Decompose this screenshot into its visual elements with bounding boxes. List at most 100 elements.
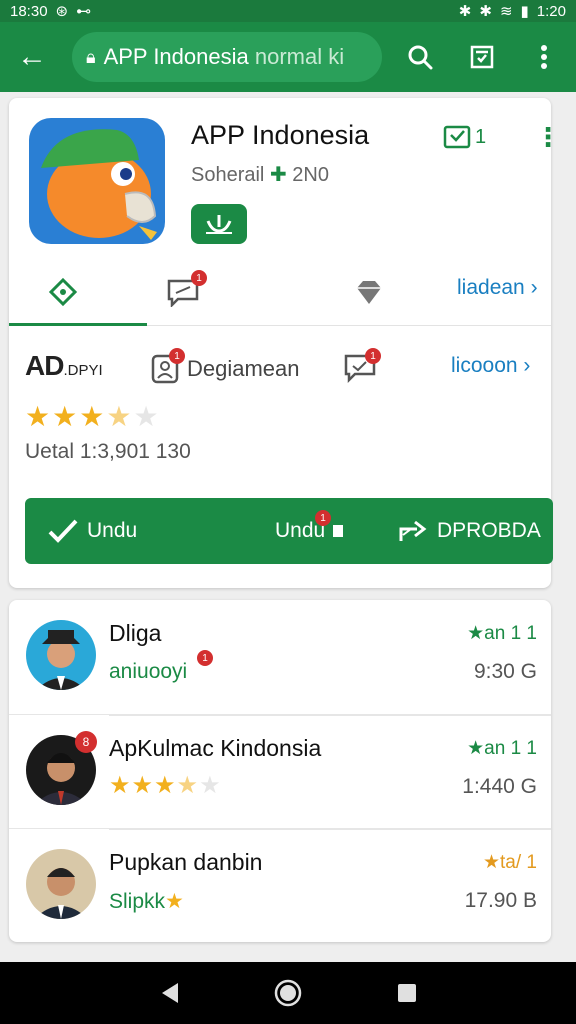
- battery-icon: ▮: [520, 3, 529, 20]
- check-icon: [48, 519, 78, 543]
- list-item-meta: 1:440 G: [462, 775, 537, 798]
- row-link[interactable]: licooon ›: [451, 354, 530, 378]
- star-icon: ★: [52, 401, 80, 432]
- tab-overview[interactable]: [43, 272, 83, 312]
- plus-icon: ✚: [264, 164, 293, 186]
- star-icon: ★: [106, 401, 134, 432]
- status-bar: 18:30 ⊛ ⊷ ✱ ✱ ≋ ▮ 1:20: [0, 0, 576, 22]
- search-icon[interactable]: [400, 37, 440, 77]
- info-row: AD.DPYI 1 Degiamean 1 licooon ›: [9, 344, 551, 390]
- developer-label: Degiamean: [187, 356, 300, 381]
- chevron-right-icon: ›: [530, 276, 538, 299]
- tab-gem[interactable]: [349, 272, 389, 312]
- action-label-1: Undu: [87, 519, 138, 542]
- reviews-badge: 1: [365, 348, 381, 364]
- lock-icon: 🔒︎: [86, 46, 96, 67]
- back-arrow-icon[interactable]: ←: [12, 37, 52, 77]
- action-label-3: DPROBDA: [437, 519, 541, 542]
- brand-logo: AD.DPYI: [25, 350, 103, 382]
- list-item-subtitle: aniuooyi: [109, 660, 188, 683]
- list-item[interactable]: 8 ApKulmac Kindonsia ★★★★★ ★an 1 1 1:440…: [9, 714, 551, 828]
- tab-badge: 1: [191, 270, 207, 286]
- bluetooth-icon: ✱: [458, 3, 472, 20]
- star-icon: ★: [25, 401, 53, 432]
- brand-logo-small: .DPYI: [63, 362, 103, 379]
- bluetooth-icon-2: ✱: [479, 3, 492, 20]
- list-item-rating: ★ta/ 1: [482, 852, 537, 873]
- action-share[interactable]: DPROBDA: [397, 498, 541, 564]
- app-subtitle-a: Soherail: [191, 164, 265, 186]
- overflow-menu-icon[interactable]: [524, 37, 564, 77]
- divider: [109, 829, 551, 830]
- status-right-text: 1:20: [536, 2, 566, 20]
- list-item-title: ApKulmac Kindonsia: [109, 735, 322, 761]
- user-badge-count: 1: [169, 348, 185, 364]
- bookmark-box-icon[interactable]: [462, 37, 502, 77]
- action-download-2[interactable]: Undu 1: [275, 498, 344, 564]
- app-mascot-icon: [27, 116, 167, 246]
- wifi-icon: ≋: [499, 3, 513, 20]
- signal-icon: ⊷: [76, 3, 92, 20]
- share-icon: [399, 520, 427, 541]
- diamond-icon: [48, 277, 78, 307]
- square-icon: [333, 525, 344, 537]
- list-item-meta: 17.90 B: [464, 889, 537, 912]
- home-nav-icon[interactable]: [268, 973, 308, 1013]
- divider: [109, 715, 551, 716]
- list-item-title: Dliga: [109, 620, 162, 646]
- tab-more-link[interactable]: liadean ›: [457, 276, 538, 300]
- list-item-rating: ★an 1 1: [467, 738, 537, 759]
- back-nav-icon[interactable]: [149, 973, 189, 1013]
- tab-messages[interactable]: 1: [163, 270, 207, 312]
- app-bar: ← 🔒︎ APP Indonesia normal ki: [0, 22, 576, 92]
- url-bar[interactable]: 🔒︎ APP Indonesia normal ki: [72, 32, 382, 82]
- star-icon: ★: [176, 772, 200, 799]
- row-link-label: licooon: [451, 354, 518, 377]
- list-item[interactable]: Dliga aniuooyi 1 ★an 1 1 9:30 G: [9, 600, 551, 714]
- review-list-card: Dliga aniuooyi 1 ★an 1 1 9:30 G 8 ApKulm…: [9, 600, 551, 942]
- app-subtitle: Soherail ✚ 2N0: [191, 162, 329, 187]
- list-item-title: Pupkan danbin: [109, 849, 263, 875]
- avatar: [26, 620, 96, 690]
- reviews-icon[interactable]: 1: [343, 348, 381, 389]
- detail-text: Uetal 1:3,901 130: [25, 440, 191, 463]
- system-nav-bar: [0, 962, 576, 1024]
- wishlist-count: 1: [475, 125, 487, 148]
- list-item-meta: 9:30 G: [473, 660, 537, 683]
- list-item-rating: ★an 1 1: [467, 623, 537, 644]
- calendar-check-icon: [443, 125, 471, 149]
- app-detail-card: APP Indonesia Soherail ✚ 2N0 1 ⋮ 1 liade…: [9, 98, 561, 588]
- action-badge: 1: [315, 510, 331, 526]
- avatar: [26, 849, 96, 919]
- list-item-stars: ★★★★★: [109, 771, 222, 800]
- brand-logo-big: AD: [25, 350, 64, 381]
- chevron-right-icon: ›: [523, 354, 531, 377]
- action-bar: Undu Undu 1 DPROBDA: [25, 498, 553, 564]
- list-item-badge: 1: [197, 650, 213, 666]
- notification-icon: ⊛: [55, 3, 69, 20]
- wishlist-control[interactable]: 1: [443, 124, 486, 150]
- status-time: 18:30: [10, 2, 48, 20]
- recents-nav-icon[interactable]: [387, 973, 427, 1013]
- star-icon: ★: [79, 401, 107, 432]
- install-icon-button[interactable]: [191, 204, 247, 244]
- tab-row: 1 liadean ›: [9, 258, 551, 326]
- app-subtitle-b: 2N0: [292, 164, 329, 186]
- list-item-subtitle-text: Slipkk: [109, 890, 166, 913]
- url-dim-text: normal ki: [254, 44, 345, 69]
- avatar-badge: 8: [75, 731, 97, 753]
- card-more-icon[interactable]: ⋮: [535, 122, 561, 153]
- tab-link-label: liadean: [457, 276, 525, 299]
- star-icon: ★: [109, 772, 132, 799]
- action-download-1[interactable]: Undu: [47, 498, 137, 564]
- user-badge-icon: 1: [149, 348, 185, 389]
- star-icon: ★: [131, 772, 155, 799]
- url-main-text: APP Indonesia: [103, 44, 249, 69]
- list-item-subtitle: Slipkk★: [109, 889, 184, 914]
- gem-icon: [357, 281, 381, 304]
- star-icon: ★: [133, 401, 161, 432]
- star-icon: ★: [165, 890, 184, 913]
- star-icon: ★: [199, 772, 222, 799]
- rating-stars: ★★★★★: [25, 400, 161, 433]
- list-item[interactable]: Pupkan danbin Slipkk★ ★ta/ 1 17.90 B: [9, 828, 551, 942]
